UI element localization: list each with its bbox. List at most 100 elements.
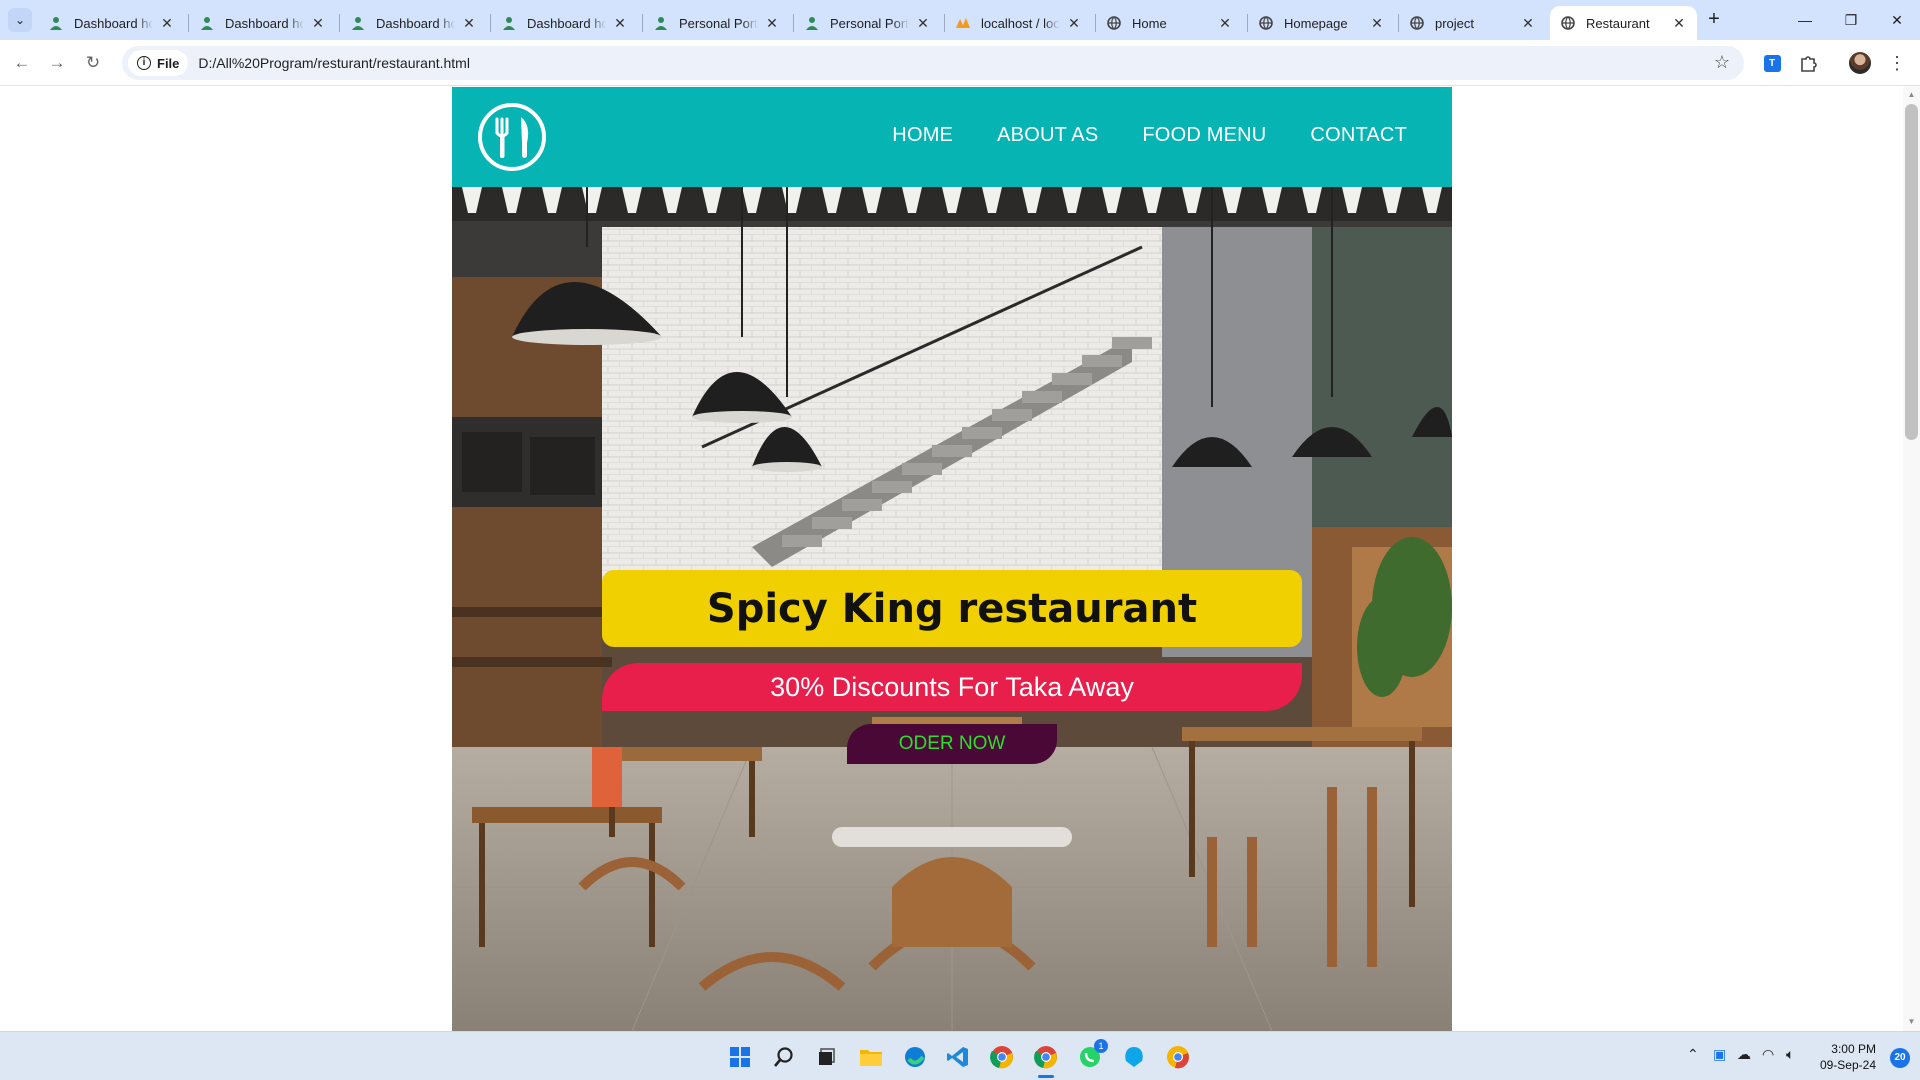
site-info-chip[interactable]: i File (128, 50, 189, 76)
site-header: HOME ABOUT AS FOOD MENU CONTACT (452, 87, 1452, 187)
person-icon (653, 15, 669, 31)
whatsapp-badge: 1 (1094, 1039, 1108, 1053)
address-bar[interactable]: i File D:/All%20Program/resturant/restau… (122, 46, 1744, 80)
close-icon[interactable]: ✕ (461, 15, 477, 31)
onedrive-icon[interactable]: ☁ (1737, 1046, 1751, 1063)
fork-knife-logo-icon[interactable] (477, 102, 547, 172)
site-info-label: File (157, 55, 180, 71)
nav-food-menu-link[interactable]: FOOD MENU (1142, 124, 1266, 147)
edge-icon[interactable] (899, 1041, 931, 1073)
windows-start-icon[interactable] (724, 1041, 756, 1073)
tab-title: localhost / loca (981, 15, 1060, 31)
reload-button[interactable]: ↻ (80, 50, 106, 76)
globe-icon (1258, 15, 1274, 31)
close-icon[interactable]: ✕ (1066, 15, 1082, 31)
chrome-canary-icon[interactable] (1162, 1041, 1194, 1073)
discount-banner: 30% Discounts For Taka Away (602, 663, 1302, 711)
nav-contact-link[interactable]: CONTACT (1310, 124, 1407, 147)
arrow-left-icon: ← (13, 53, 31, 72)
tab-title: Home (1132, 15, 1167, 31)
tab-title: project (1435, 15, 1475, 31)
scroll-up-arrow-icon[interactable]: ▲ (1905, 90, 1918, 102)
tab-title: Restaurant (1586, 15, 1650, 31)
nav-home-link[interactable]: HOME (892, 124, 953, 147)
menu-button[interactable]: ⋮ (1884, 50, 1910, 76)
person-icon (199, 15, 215, 31)
app-icon[interactable] (1118, 1041, 1150, 1073)
person-icon (48, 15, 64, 31)
close-icon[interactable]: ✕ (1217, 15, 1233, 31)
close-icon[interactable]: ✕ (159, 15, 175, 31)
order-now-button[interactable]: ODER NOW (847, 724, 1057, 764)
restore-button[interactable]: ❐ (1828, 8, 1874, 32)
avatar (1849, 52, 1871, 74)
tab-title: Dashboard hom (74, 15, 153, 31)
browser-tab[interactable]: Personal Portfo ✕ (643, 6, 790, 40)
tab-title: Dashboard hom (527, 15, 606, 31)
scrollbar-thumb[interactable] (1905, 104, 1918, 440)
nav-about-link[interactable]: ABOUT AS (997, 124, 1098, 147)
puzzle-icon (1801, 56, 1817, 72)
browser-tab[interactable]: Dashboard hom ✕ (340, 6, 487, 40)
extension-button[interactable]: T (1759, 50, 1785, 76)
close-icon[interactable]: ✕ (764, 15, 780, 31)
tray-app-icon[interactable]: ▣ (1713, 1046, 1726, 1063)
vscode-icon[interactable] (942, 1041, 974, 1073)
system-clock[interactable]: 3:00 PM 09-Sep-24 (1820, 1041, 1876, 1073)
browser-tab[interactable]: Homepage ✕ (1248, 6, 1395, 40)
windows-taskbar: 1 ⌃ ▣ ☁ ◠ 🔈︎ 3:00 PM 09-Sep-24 20 (0, 1031, 1920, 1080)
chevron-down-icon: ⌄ (14, 13, 26, 27)
tab-title: Homepage (1284, 15, 1348, 31)
person-icon (501, 15, 517, 31)
main-nav: HOME ABOUT AS FOOD MENU CONTACT (892, 124, 1407, 147)
chrome-icon[interactable] (986, 1041, 1018, 1073)
browser-toolbar: ← → ↻ i File D:/All%20Program/resturant/… (0, 40, 1920, 86)
info-icon: i (137, 56, 151, 70)
browser-tab[interactable]: Home ✕ (1096, 6, 1243, 40)
close-icon[interactable]: ✕ (612, 15, 628, 31)
volume-icon[interactable]: 🔈︎ (1786, 1046, 1794, 1063)
browser-tab-active[interactable]: Restaurant ✕ (1550, 6, 1697, 40)
minimize-icon: — (1798, 12, 1812, 28)
whatsapp-icon[interactable]: 1 (1074, 1039, 1108, 1073)
minimize-button[interactable]: — (1782, 8, 1828, 32)
browser-tab[interactable]: Dashboard hom ✕ (38, 6, 185, 40)
browser-tab[interactable]: Dashboard hom ✕ (189, 6, 336, 40)
browser-tab[interactable]: project ✕ (1399, 6, 1546, 40)
profile-button[interactable] (1847, 50, 1873, 76)
browser-tab[interactable]: localhost / loca ✕ (945, 6, 1092, 40)
tab-search-button[interactable]: ⌄ (8, 8, 32, 32)
tab-title: Dashboard hom (225, 15, 304, 31)
browser-tab[interactable]: Personal Portfo ✕ (794, 6, 941, 40)
close-icon[interactable]: ✕ (915, 15, 931, 31)
close-icon: ✕ (1891, 12, 1903, 28)
forward-button[interactable]: → (44, 50, 70, 76)
close-icon[interactable]: ✕ (1671, 15, 1687, 31)
back-button[interactable]: ← (9, 50, 35, 76)
new-tab-button[interactable]: + (1702, 8, 1726, 32)
notification-count-badge[interactable]: 20 (1890, 1048, 1910, 1068)
globe-icon (1106, 15, 1122, 31)
more-vertical-icon: ⋮ (1888, 52, 1906, 73)
scroll-down-arrow-icon[interactable]: ▼ (1905, 1017, 1918, 1029)
close-window-button[interactable]: ✕ (1874, 8, 1920, 32)
task-view-icon[interactable] (811, 1041, 843, 1073)
close-icon[interactable]: ✕ (1520, 15, 1536, 31)
wifi-icon[interactable]: ◠ (1762, 1046, 1774, 1063)
chevron-up-icon[interactable]: ⌃ (1687, 1046, 1699, 1063)
clock-time: 3:00 PM (1831, 1042, 1876, 1056)
search-icon[interactable] (768, 1041, 800, 1073)
file-explorer-icon[interactable] (855, 1041, 887, 1073)
chrome-active-icon[interactable] (1030, 1041, 1062, 1078)
tab-strip: ⌄ Dashboard hom ✕ Dashboard hom ✕ Dashbo… (0, 0, 1920, 40)
plus-icon: + (1708, 8, 1720, 30)
bookmark-star-icon[interactable]: ☆ (1714, 52, 1730, 73)
url-text[interactable]: D:/All%20Program/resturant/restaurant.ht… (198, 55, 470, 71)
browser-tab[interactable]: Dashboard hom ✕ (491, 6, 638, 40)
person-icon (804, 15, 820, 31)
globe-icon (1560, 15, 1576, 31)
close-icon[interactable]: ✕ (1369, 15, 1385, 31)
extensions-button[interactable] (1795, 50, 1821, 76)
close-icon[interactable]: ✕ (310, 15, 326, 31)
translate-extension-icon: T (1763, 54, 1781, 72)
